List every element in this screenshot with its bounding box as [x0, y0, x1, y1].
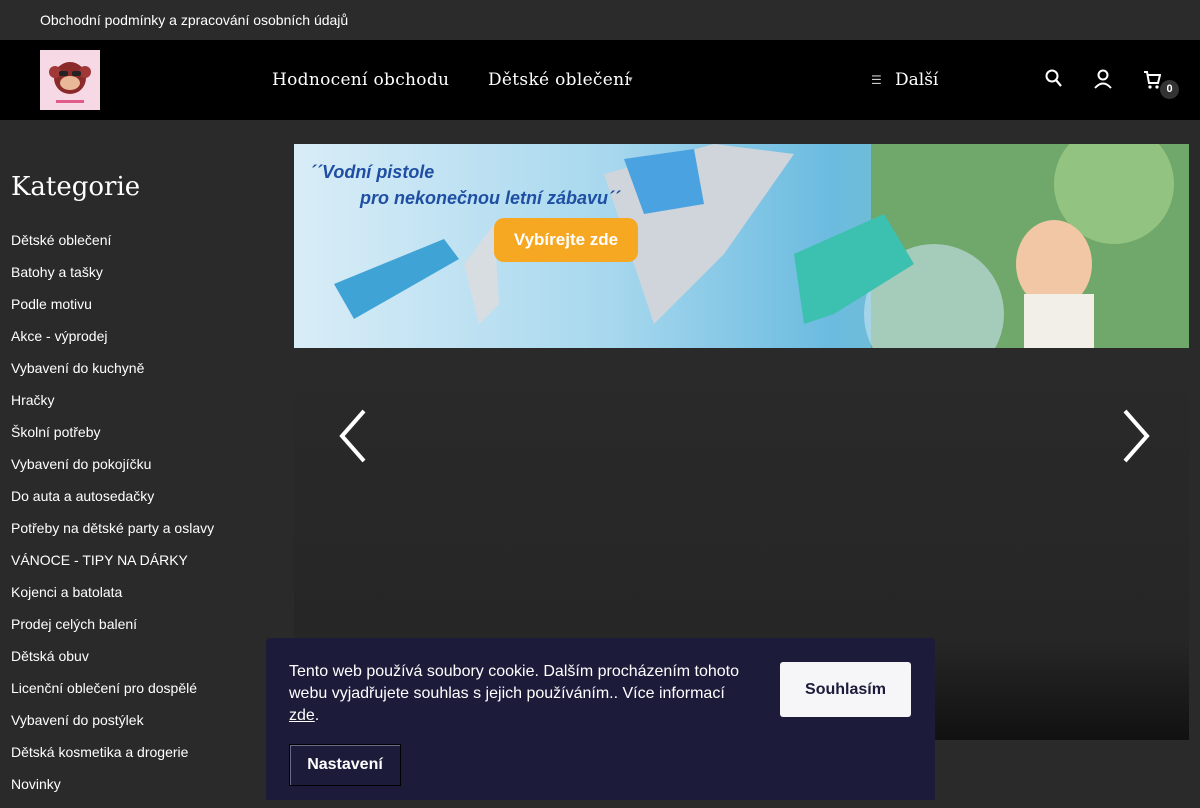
- category-item[interactable]: Prodej celých balení: [11, 616, 214, 648]
- category-item[interactable]: VÁNOCE - TIPY NA DÁRKY: [11, 552, 214, 584]
- shop-logo[interactable]: [40, 50, 100, 110]
- chevron-down-icon[interactable]: ▾: [628, 74, 633, 85]
- menu-icon[interactable]: ☰: [871, 73, 882, 87]
- category-item[interactable]: Potřeby na dětské party a oslavy: [11, 520, 214, 552]
- cookie-agree-button[interactable]: Souhlasím: [780, 662, 911, 717]
- category-item[interactable]: Dětská obuv: [11, 648, 214, 680]
- nav-kids-clothing[interactable]: Dětské oblečení: [488, 70, 630, 90]
- category-item[interactable]: Vybavení do kuchyně: [11, 360, 214, 392]
- chevron-right-icon[interactable]: [1121, 408, 1151, 464]
- user-icon[interactable]: [1094, 68, 1112, 90]
- category-item[interactable]: Vybavení do postýlek: [11, 712, 214, 744]
- terms-link[interactable]: Obchodní podmínky a zpracování osobních …: [40, 12, 348, 28]
- search-icon[interactable]: [1045, 68, 1063, 90]
- cookie-bar: Tento web používá soubory cookie. Dalším…: [266, 638, 935, 800]
- category-item[interactable]: Dětská kosmetika a drogerie: [11, 744, 214, 776]
- category-item[interactable]: Novinky: [11, 776, 214, 808]
- cookie-text: Tento web používá soubory cookie. Dalším…: [289, 661, 759, 727]
- category-item[interactable]: Hračky: [11, 392, 214, 424]
- banner-headline-1: ´´Vodní pistole: [310, 162, 435, 182]
- category-item[interactable]: Akce - výprodej: [11, 328, 214, 360]
- category-item[interactable]: Batohy a tašky: [11, 264, 214, 296]
- category-item[interactable]: Licenční oblečení pro dospělé: [11, 680, 214, 712]
- chevron-left-icon[interactable]: [338, 408, 368, 464]
- nav-shop-reviews[interactable]: Hodnocení obchodu: [272, 70, 449, 90]
- cookie-text-end: .: [314, 707, 320, 724]
- cookie-info-link[interactable]: zde: [289, 707, 315, 724]
- top-bar: Obchodní podmínky a zpracování osobních …: [0, 0, 1200, 41]
- category-item[interactable]: Kojenci a batolata: [11, 584, 214, 616]
- sidebar-title: Kategorie: [11, 172, 141, 202]
- sidebar: Kategorie Dětské oblečení Batohy a tašky…: [0, 120, 226, 800]
- category-item[interactable]: Dětské oblečení: [11, 232, 214, 264]
- cart-icon[interactable]: [1143, 68, 1162, 90]
- cookie-settings-button[interactable]: Nastavení: [289, 744, 401, 786]
- category-item[interactable]: Vybavení do pokojíčku: [11, 456, 214, 488]
- category-item[interactable]: Školní potřeby: [11, 424, 214, 456]
- nav-more[interactable]: Další: [895, 70, 938, 90]
- category-item[interactable]: Podle motivu: [11, 296, 214, 328]
- promo-banner[interactable]: ´´Vodní pistole pro nekonečnou letní záb…: [294, 144, 1189, 348]
- cookie-message: Tento web používá soubory cookie. Dalším…: [289, 663, 740, 702]
- cart-count-badge: 0: [1160, 80, 1179, 99]
- header: Hodnocení obchodu Dětské oblečení ▾ ☰ Da…: [0, 40, 1200, 120]
- banner-cta-button[interactable]: Vybírejte zde: [494, 218, 638, 262]
- category-list: Dětské oblečení Batohy a tašky Podle mot…: [11, 232, 214, 808]
- banner-headline-2: pro nekonečnou letní zábavu´´: [360, 188, 621, 208]
- category-item[interactable]: Do auta a autosedačky: [11, 488, 214, 520]
